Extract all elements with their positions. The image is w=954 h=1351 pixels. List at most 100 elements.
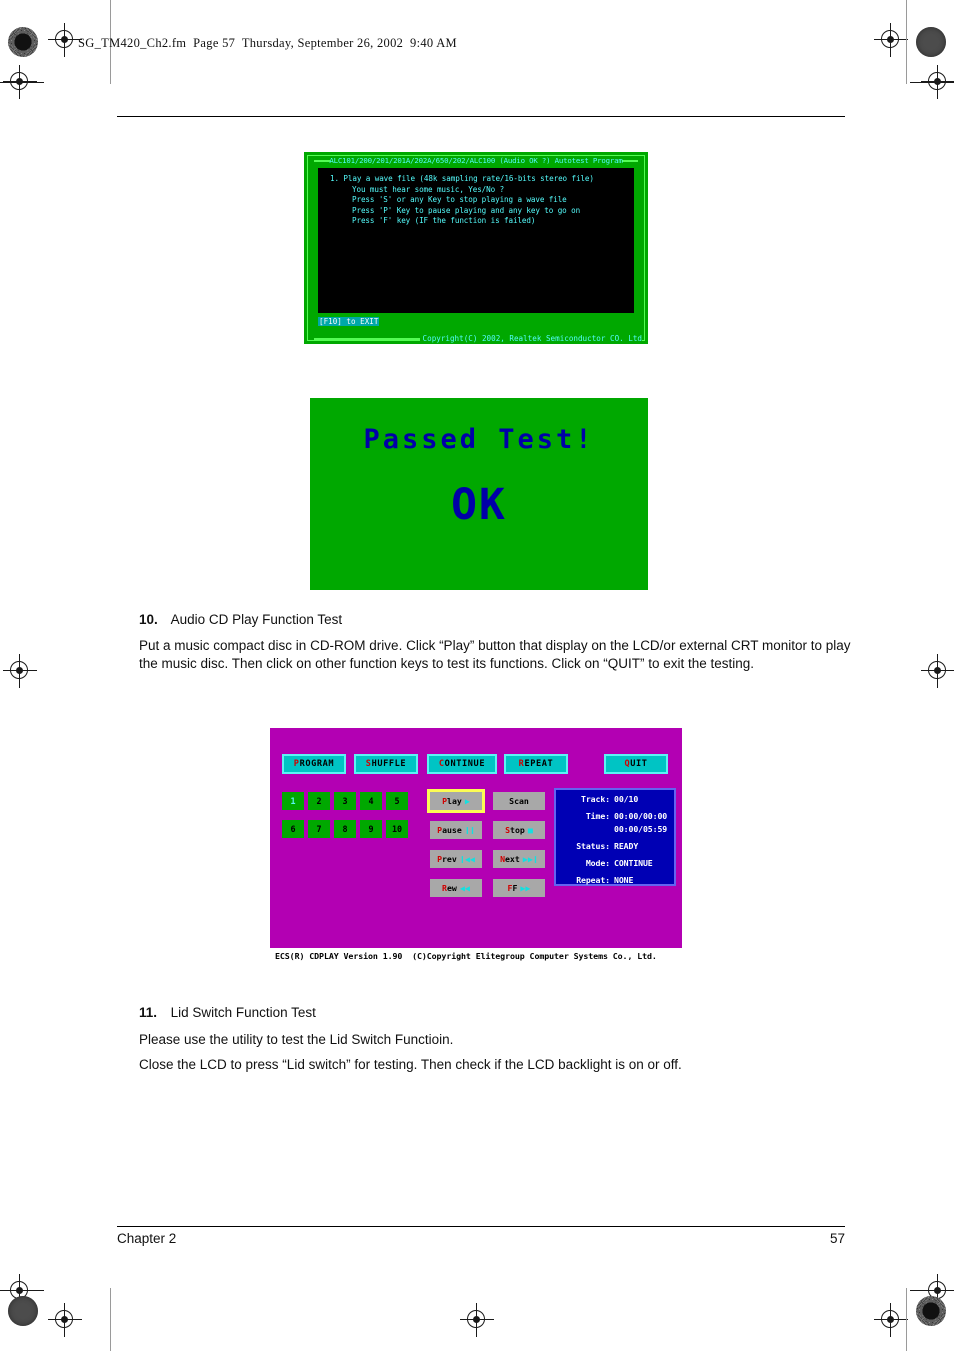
step-10-body: Put a music compact disc in CD-ROM drive…	[139, 638, 851, 671]
registration-mark-bottom-right	[874, 1303, 908, 1337]
track-button-10[interactable]: 10	[386, 820, 408, 838]
trim-line-right	[906, 0, 907, 84]
cd-status-panel: Track: 00/10 Time: 00:00/00:00 00:00/05:…	[554, 788, 676, 886]
play-button[interactable]: Play ▶	[427, 789, 485, 813]
previous-track-icon: ❙◀◀	[459, 853, 475, 864]
dos-line-5: Press 'F' key (IF the function is failed…	[352, 216, 536, 225]
step-11-title: Lid Switch Function Test	[170, 1005, 316, 1020]
track-button-1[interactable]: 1	[282, 792, 304, 810]
step-11-heading: 11. Lid Switch Function Test	[139, 1004, 316, 1021]
next-track-icon: ▶▶❙	[522, 853, 538, 864]
status-row-time: Time: 00:00/00:00	[558, 810, 669, 823]
status-row-time-total: 00:00/05:59	[558, 823, 669, 836]
track-value: 00/10	[614, 794, 639, 804]
step-10-heading: 10. Audio CD Play Function Test	[139, 611, 342, 628]
dos-copyright: Copyright(C) 2002, Realtek Semiconductor…	[419, 334, 642, 343]
registration-mark-mid-left	[3, 654, 37, 688]
repeat-label: Repeat:	[576, 875, 610, 885]
shuffle-button-label: HUFFLE	[371, 759, 407, 769]
track-button-9[interactable]: 9	[360, 820, 382, 838]
track-button-2[interactable]: 2	[308, 792, 330, 810]
dos-line-1: 1. Play a wave file (48k sampling rate/1…	[330, 174, 594, 183]
status-label: Status:	[576, 841, 610, 851]
track-label: Track:	[581, 794, 610, 804]
dos-line-4: Press 'P' Key to pause playing and any k…	[352, 205, 581, 215]
registration-mark-top-right	[874, 23, 908, 57]
fast-forward-button-label: F	[512, 883, 518, 893]
next-button-label: ext	[505, 854, 520, 864]
status-row-track: Track: 00/10	[558, 793, 669, 806]
track-button-4[interactable]: 4	[360, 792, 382, 810]
trim-line-top-left-corner	[0, 82, 44, 83]
halftone-swatch-bottom-right	[916, 1296, 946, 1326]
dos-line-3: Press 'S' or any Key to stop playing a w…	[352, 195, 567, 204]
time-total-value: 00:00/05:59	[614, 824, 668, 834]
scan-button[interactable]: Scan	[493, 792, 545, 810]
continue-button-label: ONTINUE	[444, 759, 486, 769]
pause-icon: ❙❙	[464, 824, 475, 835]
shuffle-button[interactable]: S HUFFLE	[354, 754, 418, 774]
stop-button-label: top	[510, 825, 525, 835]
pause-button-label: ause	[442, 825, 462, 835]
dos-terminal-body: 1. Play a wave file (48k sampling rate/1…	[318, 168, 634, 313]
mode-value: CONTINUE	[614, 858, 653, 868]
density-swatch-bottom-left	[8, 1296, 38, 1326]
pause-button[interactable]: Pause ❙❙	[430, 821, 482, 839]
repeat-button-label: EPEAT	[524, 759, 554, 769]
quit-button[interactable]: Q UIT	[604, 754, 668, 774]
next-button[interactable]: Next ▶▶❙	[493, 850, 545, 868]
footer-rule	[117, 1226, 845, 1228]
rewind-button[interactable]: Rew ◀◀	[430, 879, 482, 897]
stop-icon: ■	[527, 824, 533, 835]
repeat-button[interactable]: R EPEAT	[504, 754, 568, 774]
track-button-8[interactable]: 8	[334, 820, 356, 838]
quit-button-label: UIT	[630, 759, 648, 769]
fast-forward-button[interactable]: FF ▶▶	[493, 879, 545, 897]
registration-mark-mid-right	[921, 654, 954, 688]
cd-player-statusbar: ECS(R) CDPLAY Version 1.90 (C)Copyright …	[270, 948, 682, 963]
trim-line-left-bottom	[110, 1288, 111, 1351]
program-button-label: ROGRAM	[299, 759, 335, 769]
status-row-mode: Mode: CONTINUE	[558, 857, 669, 870]
trim-line-bottom-left-corner	[0, 1290, 44, 1291]
registration-mark-bottom-left	[48, 1303, 82, 1337]
rewind-button-label: ew	[446, 883, 457, 893]
mode-label: Mode:	[585, 858, 610, 868]
cd-player-application: P ROGRAM S HUFFLE C ONTINUE R EPEAT Q UIT 1 2…	[270, 728, 682, 963]
passed-test-headline: Passed Test!	[363, 424, 595, 455]
fast-forward-icon: ▶▶	[520, 882, 531, 893]
status-value: READY	[614, 841, 639, 851]
prev-button-label: rev	[442, 854, 457, 864]
track-button-7[interactable]: 7	[308, 820, 330, 838]
footer-chapter: Chapter 2	[117, 1231, 177, 1246]
registration-mark-bottom-center	[460, 1303, 494, 1337]
step-10-number: 10.	[139, 612, 158, 627]
footer-page-number: 57	[829, 1231, 845, 1246]
track-button-5[interactable]: 5	[386, 792, 408, 810]
continue-button[interactable]: C ONTINUE	[427, 754, 497, 774]
step-11-number: 11.	[139, 1005, 158, 1020]
trim-line-bottom-right-corner	[910, 1290, 954, 1291]
time-label: Time:	[585, 811, 610, 821]
header-rule	[117, 116, 845, 118]
trim-line-top-right-corner	[910, 82, 954, 83]
density-swatch-top-right	[916, 27, 946, 57]
scan-button-label: Scan	[509, 796, 529, 806]
passed-test-result: OK	[451, 480, 507, 530]
status-row-status: Status: READY	[558, 840, 669, 853]
track-button-3[interactable]: 3	[334, 792, 356, 810]
stop-button[interactable]: Stop ■	[493, 821, 545, 839]
track-button-6[interactable]: 6	[282, 820, 304, 838]
dos-screen-title: ALC101/200/201/201A/202A/650/202/ALC100 …	[329, 156, 623, 165]
play-icon: ▶	[464, 795, 470, 806]
document-header: SG_TM420_Ch2.fm Page 57 Thursday, Septem…	[78, 36, 457, 50]
passed-test-screen: Passed Test! OK	[310, 398, 648, 590]
prev-button[interactable]: Prev ❙◀◀	[430, 850, 482, 868]
time-value: 00:00/00:00	[614, 811, 668, 821]
rewind-icon: ◀◀	[459, 882, 470, 893]
halftone-swatch-top-left	[8, 27, 38, 57]
status-row-repeat: Repeat: NONE	[558, 874, 669, 887]
step-10-title: Audio CD Play Function Test	[170, 612, 343, 627]
step-11-body-1: Please use the utility to test the Lid S…	[139, 1032, 454, 1047]
program-button[interactable]: P ROGRAM	[282, 754, 346, 774]
